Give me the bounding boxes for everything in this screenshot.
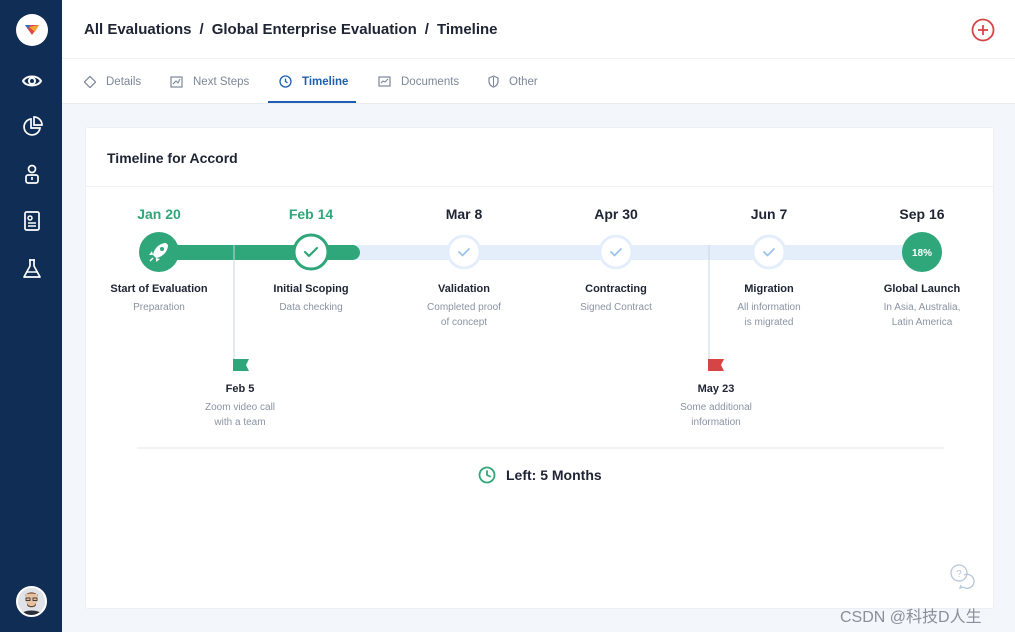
goal-progress-label: 18% — [912, 248, 932, 259]
event-date: Feb 5 — [225, 383, 255, 395]
app-window: All Evaluations / Global Enterprise Evalua… — [0, 0, 1015, 632]
milestone-description: Completed proof of concept — [427, 302, 501, 328]
timeline-progress — [159, 245, 360, 260]
tab-details[interactable]: Details — [84, 59, 141, 104]
event-description: Some additional information — [680, 402, 752, 428]
tab-other[interactable]: Other — [488, 59, 538, 104]
eye-icon[interactable] — [21, 70, 43, 92]
milestone-marker-done[interactable] — [139, 232, 179, 272]
active-tab-indicator — [268, 101, 356, 103]
clock-icon — [478, 466, 496, 484]
milestone-description: All information is migrated — [737, 302, 801, 328]
add-circle-icon[interactable] — [971, 18, 995, 42]
tab-bar: Details Next Steps Timeline Documents Ot… — [62, 59, 1015, 104]
flag-icon — [708, 359, 724, 371]
milestone-marker-goal[interactable]: 18% — [902, 232, 942, 272]
logo-icon — [25, 25, 39, 35]
breadcrumb-all-evaluations[interactable]: All Evaluations — [84, 21, 192, 38]
tab-timeline[interactable]: Timeline — [279, 59, 348, 104]
chart-frame-icon — [170, 75, 183, 88]
milestone-date: Jan 20 — [137, 206, 181, 222]
avatar[interactable] — [16, 586, 47, 617]
breadcrumb-evaluation[interactable]: Global Enterprise Evaluation — [212, 21, 417, 38]
watermark: CSDN @科技D人生 — [840, 609, 982, 626]
document-chart-icon — [378, 76, 391, 87]
user-avatar-icon — [18, 588, 45, 615]
app-logo[interactable] — [16, 14, 48, 46]
svg-text:?: ? — [956, 569, 962, 580]
event-description: Zoom video call with a team — [204, 402, 276, 428]
help-chat-icon[interactable]: ? — [949, 563, 975, 589]
milestone-marker-pending[interactable] — [598, 234, 634, 270]
milestone-title: Global Launch — [883, 283, 961, 295]
milestone-title: Contracting — [585, 283, 647, 295]
tab-label: Details — [106, 75, 142, 88]
milestone-title: Validation — [438, 283, 490, 295]
id-card-icon[interactable] — [21, 210, 43, 232]
breadcrumb-separator: / — [199, 21, 204, 38]
milestone-marker-pending[interactable] — [446, 234, 482, 270]
milestone-title: Migration — [744, 283, 794, 295]
flask-icon[interactable] — [21, 258, 43, 280]
sidebar — [0, 0, 62, 632]
milestone-title: Start of Evaluation — [110, 283, 208, 295]
milestone-marker-pending[interactable] — [751, 234, 787, 270]
milestone-title: Initial Scoping — [273, 283, 349, 295]
milestone-date: Apr 30 — [594, 206, 638, 222]
flag-icon — [233, 359, 249, 371]
milestone-date: Jun 7 — [750, 206, 788, 222]
user-icon[interactable] — [21, 163, 43, 185]
time-left-label: Left: 5 Months — [506, 467, 602, 483]
milestone-description: In Asia, Australia, Latin America — [883, 302, 961, 328]
tab-label: Next Steps — [193, 75, 250, 88]
breadcrumb-current: Timeline — [436, 21, 498, 38]
milestone-description: Data checking — [279, 302, 343, 313]
pie-chart-icon[interactable] — [21, 116, 43, 138]
breadcrumb-separator: / — [424, 21, 429, 38]
diamond-icon — [84, 75, 96, 88]
tab-label: Timeline — [302, 75, 349, 88]
clock-icon — [279, 75, 292, 88]
milestone-description: Preparation — [133, 302, 185, 313]
shield-icon — [488, 75, 499, 88]
time-left: Left: 5 Months — [478, 466, 602, 484]
header: All Evaluations / Global Enterprise Evalua… — [62, 0, 1015, 59]
milestone-marker-current[interactable] — [292, 233, 330, 271]
breadcrumb: All Evaluations / Global Enterprise Evalua… — [84, 21, 498, 38]
event-date: May 23 — [697, 383, 735, 395]
milestone-date: Mar 8 — [445, 206, 483, 222]
tab-next-steps[interactable]: Next Steps — [170, 59, 249, 104]
timeline-graphic: 18% — [137, 232, 944, 449]
tab-label: Documents — [401, 75, 460, 88]
milestone-date: Feb 14 — [288, 206, 334, 222]
tab-label: Other — [509, 75, 538, 88]
tab-documents[interactable]: Documents — [378, 59, 459, 104]
timeline-card: Timeline for Accord 18% Jan 20 Feb 14 Ma… — [85, 127, 994, 609]
milestone-date: Sep 16 — [899, 206, 945, 222]
milestone-description: Signed Contract — [580, 302, 652, 313]
